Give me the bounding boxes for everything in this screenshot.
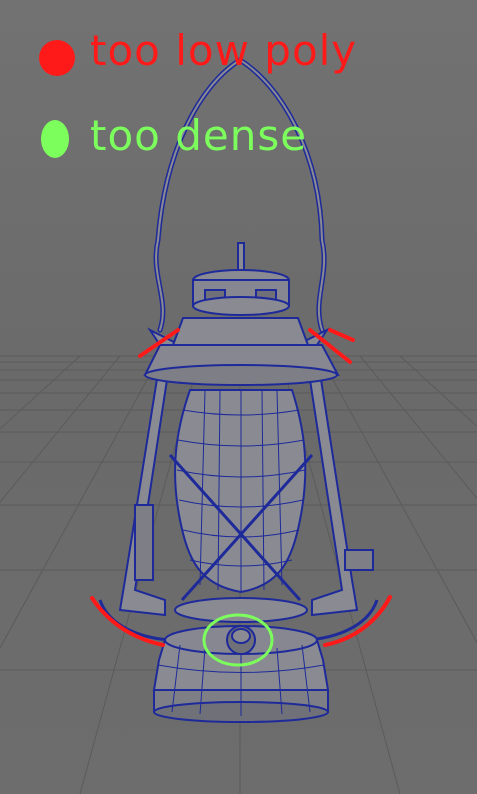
top-cap — [143, 242, 340, 386]
glass-globe — [168, 389, 314, 602]
legend-dots — [39, 40, 75, 158]
legend-green-label: too dense — [90, 111, 308, 160]
3d-viewport[interactable]: too low poly too dense — [0, 0, 477, 794]
fuel-tank-base — [152, 597, 330, 723]
legend-red-label: too low poly — [90, 26, 358, 75]
